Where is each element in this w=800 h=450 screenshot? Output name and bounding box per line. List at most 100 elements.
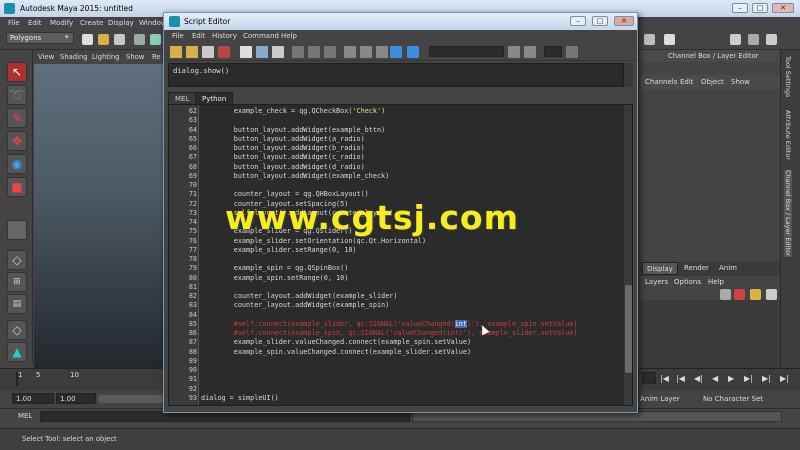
se-menu-history[interactable]: History <box>212 32 237 40</box>
lasso-tool-icon[interactable]: ➰ <box>7 85 27 105</box>
layer-menu-options[interactable]: Options <box>674 278 701 286</box>
start-time-field[interactable]: 1.00 <box>12 393 54 404</box>
save-to-shelf-icon[interactable] <box>218 46 230 58</box>
menu-create[interactable]: Create <box>80 19 103 27</box>
viewport-menu-show[interactable]: Show <box>126 53 144 61</box>
rotate-tool-icon[interactable]: ◉ <box>7 154 27 174</box>
history-output-pane[interactable]: dialog.show() <box>168 63 624 87</box>
viewport-menu-renderer[interactable]: Re <box>152 53 161 61</box>
tab-channel-box[interactable]: Channel Box / Layer Editor <box>784 170 792 257</box>
layer-menu-layers[interactable]: Layers <box>645 278 668 286</box>
show-input-icon[interactable] <box>308 46 320 58</box>
save-script-icon[interactable] <box>202 46 214 58</box>
close-icon[interactable]: ✕ <box>614 16 634 26</box>
panel-layout-icon[interactable] <box>730 34 741 45</box>
layer-menu-help[interactable]: Help <box>708 278 724 286</box>
maximize-icon[interactable]: □ <box>752 3 768 13</box>
se-menu-command[interactable]: Command <box>243 32 279 40</box>
last-tool-icon[interactable] <box>7 220 27 240</box>
toggle-attribute-icon[interactable] <box>748 34 759 45</box>
cb-menu-object[interactable]: Object <box>701 78 724 86</box>
tab-render[interactable]: Render <box>680 262 713 275</box>
single-perspective-icon[interactable]: ◇ <box>7 250 27 270</box>
character-set-label[interactable]: No Character Set <box>703 395 763 403</box>
open-scene-icon[interactable] <box>98 34 109 45</box>
hypershade-icon[interactable]: ▲ <box>7 342 27 362</box>
se-menu-edit[interactable]: Edit <box>192 32 206 40</box>
script-editor-titlebar[interactable]: Script Editor – □ ✕ <box>164 13 637 30</box>
tab-attribute-editor[interactable]: Attribute Editor <box>784 110 792 160</box>
render-icon[interactable] <box>664 34 675 45</box>
viewport-menu-view[interactable]: View <box>38 53 54 61</box>
clear-history-icon[interactable] <box>240 46 252 58</box>
save-scene-icon[interactable] <box>114 34 125 45</box>
tab-display[interactable]: Display <box>642 262 678 275</box>
perspective-viewport[interactable] <box>34 64 164 368</box>
scale-tool-icon[interactable]: ■ <box>7 177 27 197</box>
playback-start-field[interactable]: 1.00 <box>56 393 96 404</box>
go-to-end-icon[interactable]: ▶| <box>780 374 789 383</box>
command-language-label[interactable]: MEL <box>18 412 32 420</box>
cb-menu-show[interactable]: Show <box>731 78 750 86</box>
four-view-icon[interactable]: ⊞ <box>7 272 27 292</box>
execute-all-icon[interactable] <box>390 46 402 58</box>
move-layer-up-icon[interactable] <box>720 289 731 300</box>
go-to-start-icon[interactable]: |◀ <box>660 374 669 383</box>
echo-commands-icon[interactable] <box>344 46 356 58</box>
persp-outliner-icon[interactable]: ▤ <box>7 294 27 314</box>
new-layer-icon[interactable] <box>734 289 745 300</box>
toggle-channel-box-icon[interactable] <box>766 34 777 45</box>
current-time-field[interactable] <box>642 372 656 384</box>
play-backwards-icon[interactable]: ◀ <box>712 374 718 383</box>
tab-anim[interactable]: Anim <box>715 262 741 275</box>
step-forward-key-icon[interactable]: ▶| <box>762 374 771 383</box>
line-numbers-icon[interactable] <box>360 46 372 58</box>
se-menu-help[interactable]: Help <box>281 32 297 40</box>
goto-line-icon[interactable] <box>566 46 578 58</box>
menu-file[interactable]: File <box>8 19 20 27</box>
viewport-menu-shading[interactable]: Shading <box>60 53 88 61</box>
cb-menu-channels[interactable]: Channels <box>645 78 677 86</box>
execute-icon[interactable] <box>407 46 419 58</box>
cb-menu-edit[interactable]: Edit <box>680 78 694 86</box>
close-icon[interactable]: ✕ <box>772 3 794 13</box>
menu-edit[interactable]: Edit <box>28 19 42 27</box>
tab-python[interactable]: Python <box>195 92 234 104</box>
persp-graph-icon[interactable]: ◇ <box>7 320 27 340</box>
tab-tool-settings[interactable]: Tool Settings <box>784 56 792 97</box>
goto-line-input[interactable] <box>544 46 562 57</box>
new-scene-icon[interactable] <box>82 34 93 45</box>
current-time-marker[interactable] <box>16 372 18 386</box>
maximize-icon[interactable]: □ <box>592 16 608 26</box>
select-tool-icon[interactable]: ↖ <box>7 62 27 82</box>
input-scrollbar-thumb[interactable] <box>625 285 632 373</box>
clear-input-icon[interactable] <box>256 46 268 58</box>
menu-set-select[interactable]: Polygons <box>6 32 74 44</box>
history-scrollbar[interactable] <box>624 63 633 87</box>
clear-all-icon[interactable] <box>272 46 284 58</box>
step-forward-frame-icon[interactable]: ▶| <box>744 374 753 383</box>
paint-select-icon[interactable]: ✎ <box>7 108 27 128</box>
se-menu-file[interactable]: File <box>172 32 184 40</box>
script-input-pane[interactable]: 62 63 64 65 66 67 68 69 70 71 72 73 74 75 76 77 78 79 80 81… <box>168 104 633 406</box>
search-input[interactable] <box>429 46 504 57</box>
render-settings-icon[interactable] <box>644 34 655 45</box>
play-forwards-icon[interactable]: ▶ <box>728 374 734 383</box>
search-previous-icon[interactable] <box>508 46 520 58</box>
show-both-icon[interactable] <box>324 46 336 58</box>
menu-display[interactable]: Display <box>108 19 134 27</box>
menu-modify[interactable]: Modify <box>50 19 73 27</box>
tab-mel[interactable]: MEL <box>168 92 197 104</box>
new-layer-selected-icon[interactable] <box>750 289 761 300</box>
step-back-frame-icon[interactable]: ◀| <box>694 374 703 383</box>
select-hierarchy-icon[interactable] <box>134 34 145 45</box>
search-next-icon[interactable] <box>524 46 536 58</box>
minimize-icon[interactable]: – <box>570 16 586 26</box>
step-back-key-icon[interactable]: |◀ <box>676 374 685 383</box>
show-stack-trace-icon[interactable] <box>376 46 388 58</box>
minimize-icon[interactable]: – <box>732 3 748 13</box>
open-script-icon[interactable] <box>170 46 182 58</box>
source-script-icon[interactable] <box>186 46 198 58</box>
range-slider-bar[interactable] <box>98 395 164 403</box>
move-tool-icon[interactable]: ✥ <box>7 131 27 151</box>
